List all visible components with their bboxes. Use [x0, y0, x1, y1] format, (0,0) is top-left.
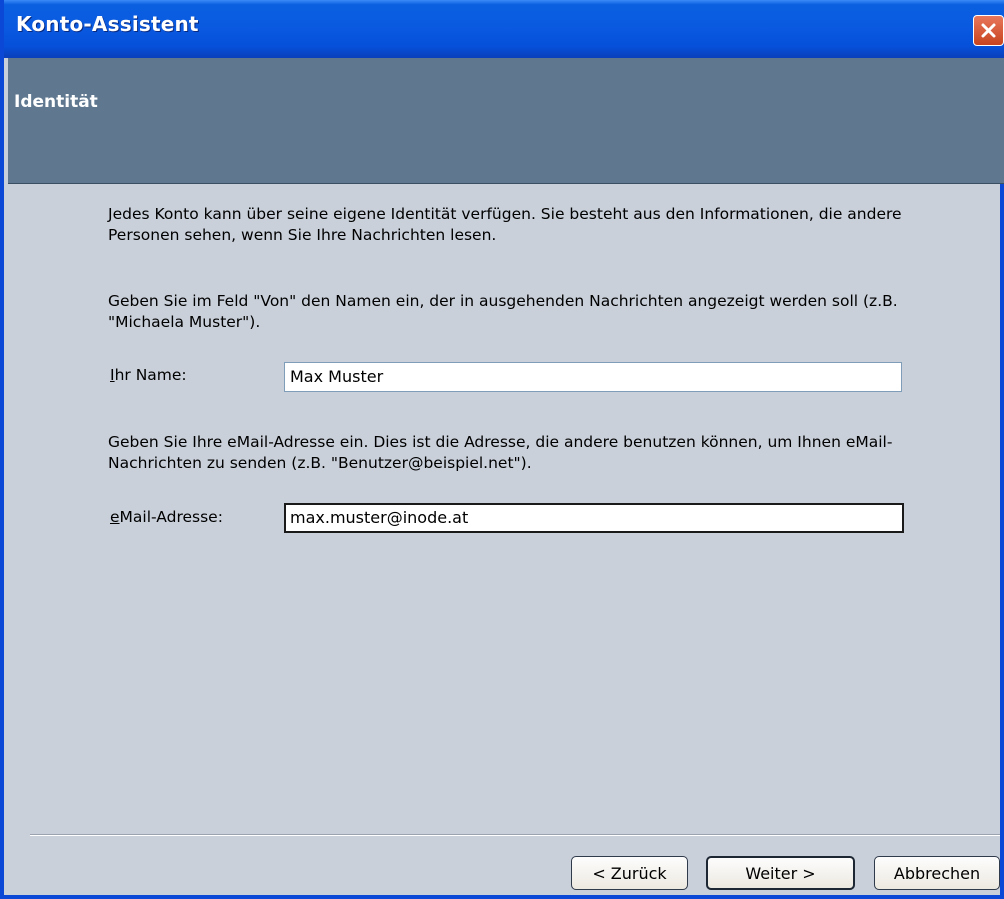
next-button[interactable]: Weiter > — [706, 856, 855, 890]
account-wizard-window: Konto-Assistent Identität Jedes Konto ka… — [0, 0, 1004, 899]
email-label-accesskey: e — [110, 508, 120, 526]
button-separator — [30, 834, 1000, 836]
name-help-text: Geben Sie im Feld "Von" den Namen ein, d… — [108, 292, 898, 331]
name-label: Ihr Name: — [110, 366, 187, 384]
name-input[interactable]: Max Muster — [284, 362, 902, 392]
email-label-text: Mail-Adresse: — [119, 508, 223, 526]
window-title: Konto-Assistent — [16, 12, 199, 36]
back-button[interactable]: < Zurück — [571, 856, 688, 890]
email-help-text: Geben Sie Ihre eMail-Adresse ein. Dies i… — [108, 433, 893, 472]
close-icon — [981, 23, 996, 38]
close-button[interactable] — [973, 15, 1004, 46]
email-input[interactable]: max.muster@inode.at — [284, 503, 904, 533]
cancel-button[interactable]: Abbrechen — [874, 856, 1000, 890]
name-label-text: hr Name: — [114, 366, 187, 384]
page-title: Identität — [14, 92, 98, 112]
email-label: eMail-Adresse: — [110, 508, 223, 526]
wizard-header: Identität — [8, 58, 1004, 184]
title-bar[interactable]: Konto-Assistent — [4, 0, 1004, 58]
intro-text: Jedes Konto kann über seine eigene Ident… — [108, 205, 902, 244]
